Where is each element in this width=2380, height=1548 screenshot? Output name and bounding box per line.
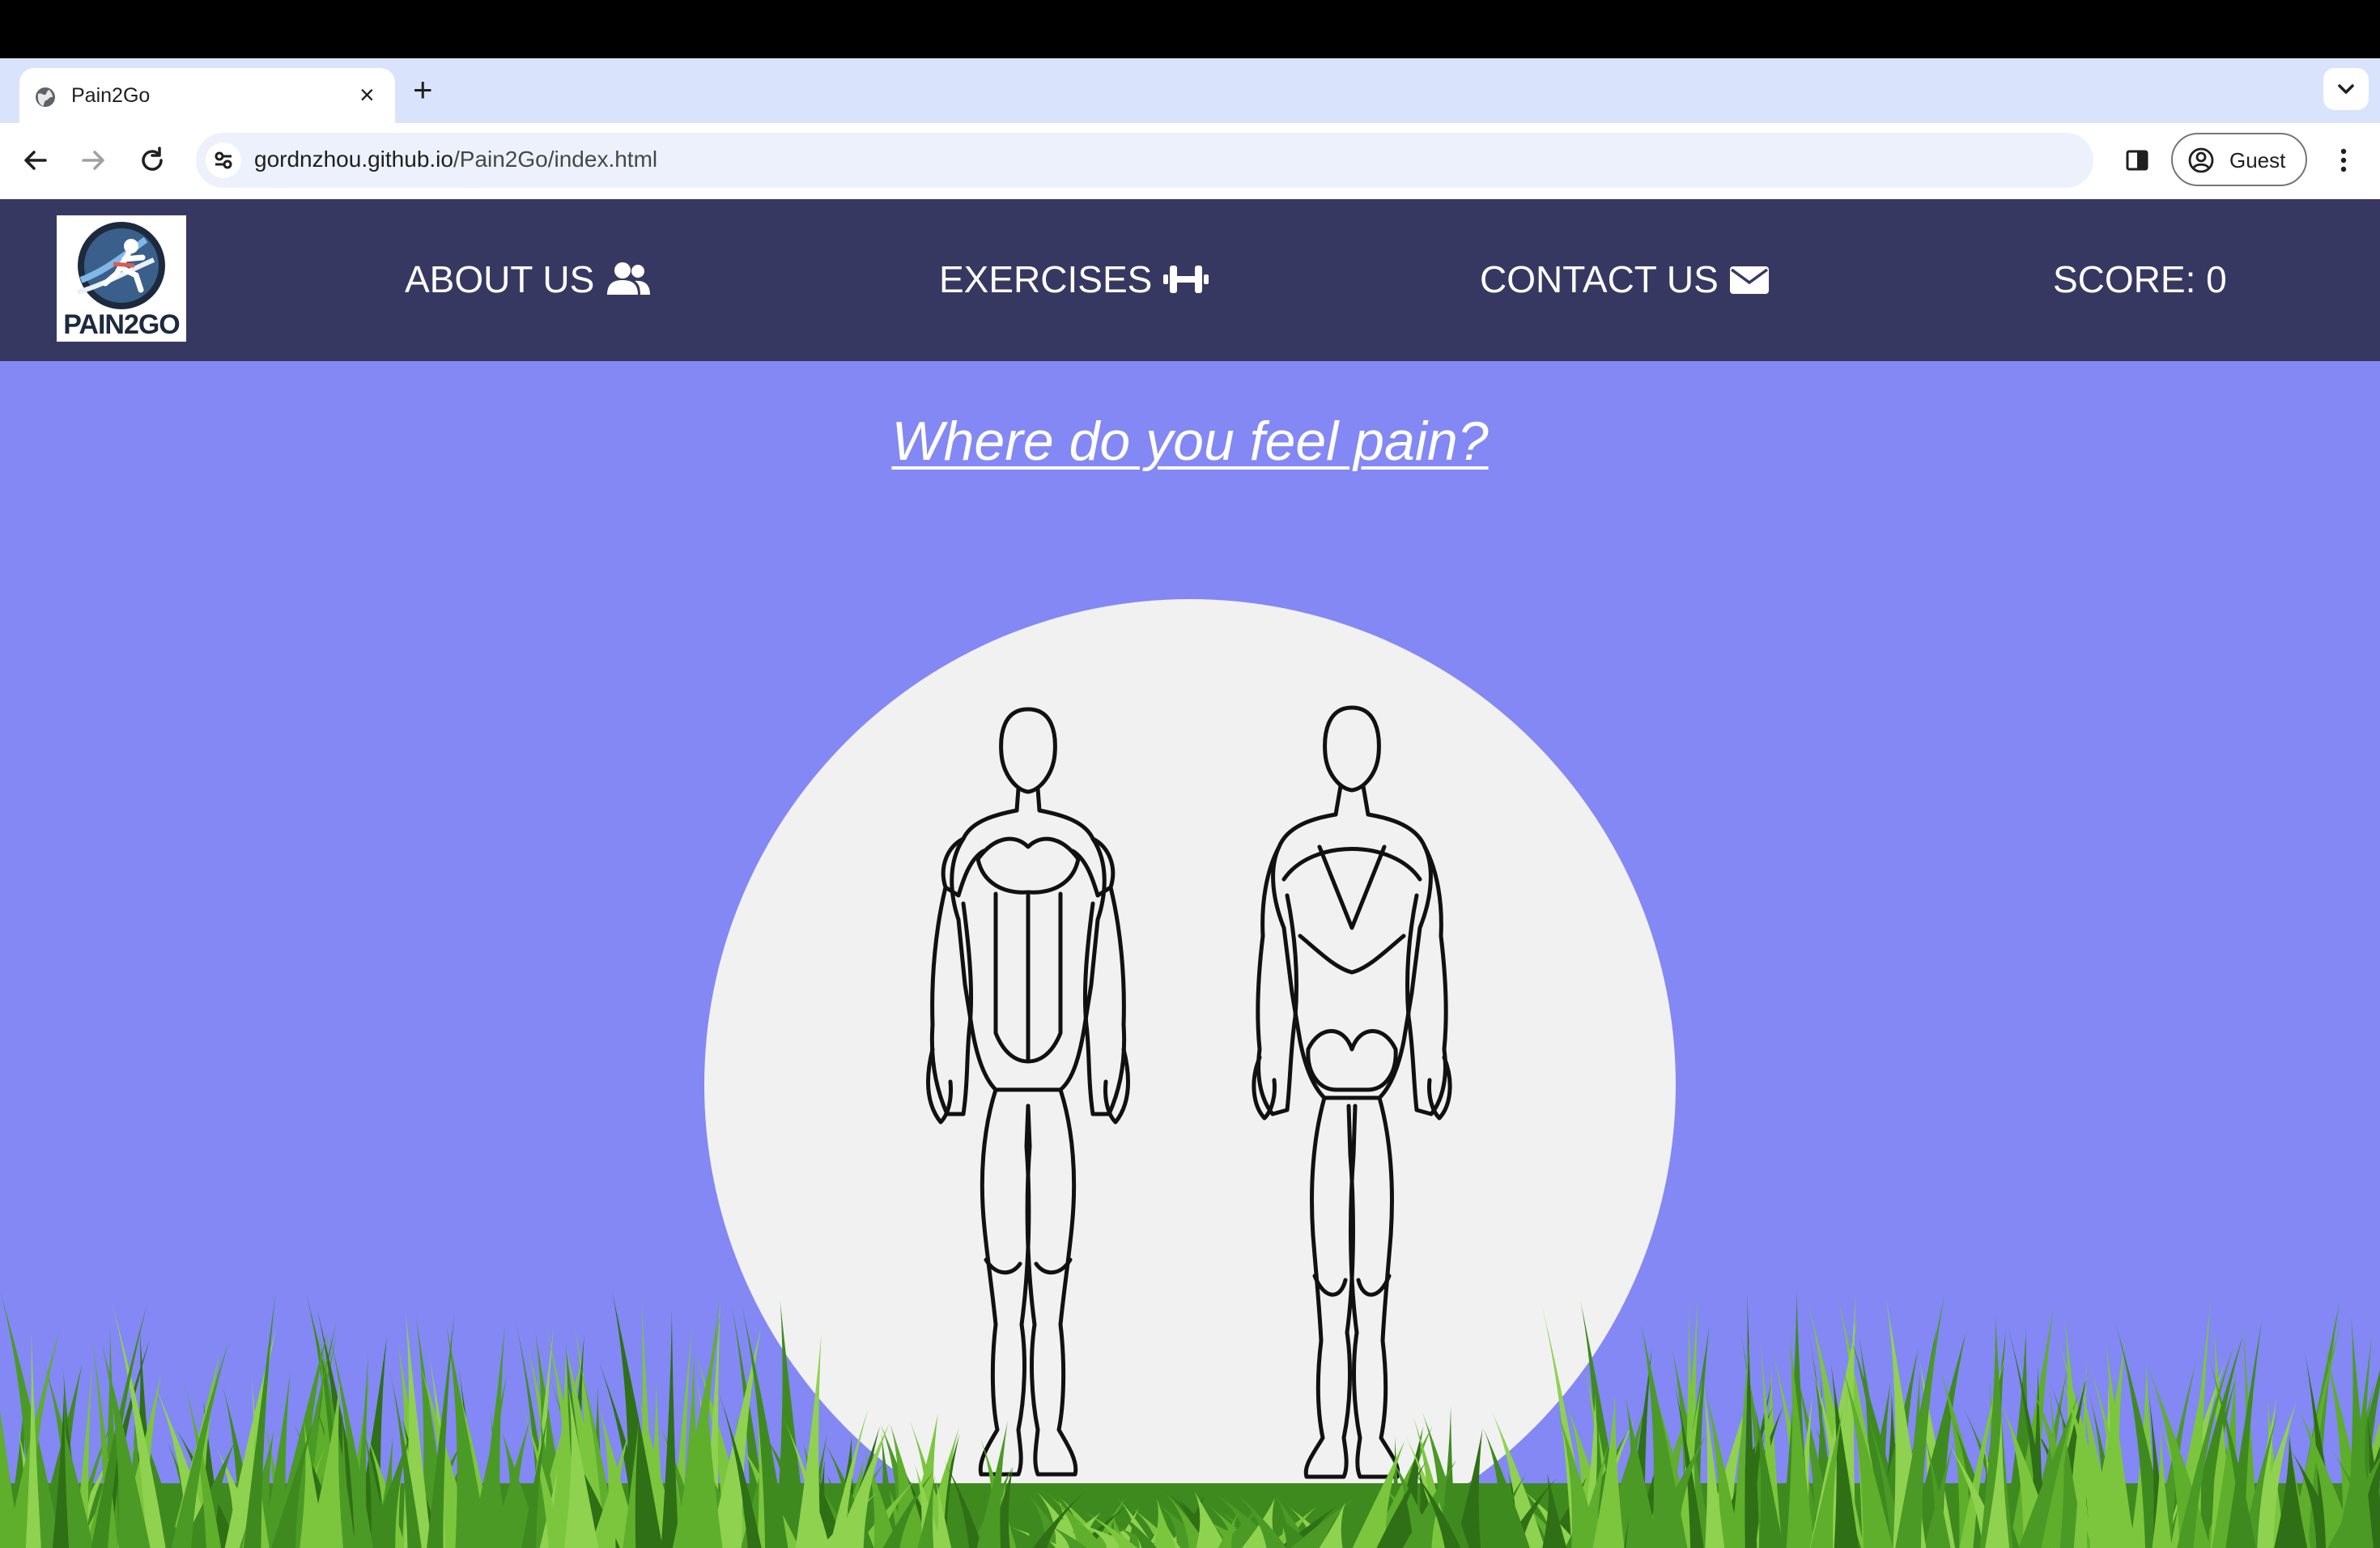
nav-contact-us-label: CONTACT US [1480, 258, 1719, 300]
new-tab-button[interactable]: + [413, 73, 433, 107]
browser-tab[interactable]: Pain2Go × [19, 68, 395, 125]
tab-title: Pain2Go [71, 84, 151, 107]
grass-decoration [0, 1290, 2380, 1548]
back-right-hand [1427, 1055, 1452, 1121]
back-glutes [1306, 1029, 1398, 1092]
site-info-button[interactable] [206, 142, 241, 178]
back-arrow-icon[interactable] [19, 144, 52, 176]
runner-logo-icon [77, 222, 165, 309]
dumbbell-icon [1163, 266, 1209, 293]
pain-question-heading: Where do you feel pain? [891, 410, 1489, 472]
nav-about-us[interactable]: ABOUT US [405, 257, 651, 301]
nav-exercises-label: EXERCISES [939, 258, 1153, 300]
front-chest [975, 836, 1081, 895]
back-trapezius [1281, 844, 1422, 930]
front-head [999, 707, 1057, 794]
tune-icon [215, 151, 232, 169]
site-navbar: PAIN2GO ABOUT US EXERCISES CONTACT US SC… [0, 199, 2380, 361]
address-bar[interactable]: gordnzhou.github.io/Pain2Go/index.html [196, 133, 2093, 188]
chevron-down-icon [2338, 84, 2354, 94]
url-text: gordnzhou.github.io/Pain2Go/index.html [254, 147, 657, 172]
users-icon [607, 262, 651, 295]
tab-search-button[interactable] [2323, 68, 2369, 110]
tab-strip: Pain2Go × + [0, 58, 2380, 125]
side-panel-icon[interactable] [2121, 144, 2153, 176]
account-circle-icon [2188, 147, 2214, 173]
nav-exercises[interactable]: EXERCISES [939, 257, 1209, 301]
nav-about-us-label: ABOUT US [405, 258, 595, 300]
grass-blade [661, 1309, 679, 1548]
front-right-shoulder [1070, 836, 1116, 898]
forward-arrow-icon[interactable] [77, 144, 109, 176]
profile-button[interactable]: Guest [2171, 133, 2307, 186]
back-left-hand [1252, 1055, 1277, 1121]
browser-toolbar: gordnzhou.github.io/Pain2Go/index.html G… [0, 123, 2380, 199]
back-head [1323, 705, 1381, 793]
tab-close-button[interactable]: × [359, 82, 375, 108]
front-left-shoulder [941, 836, 986, 898]
more-options-icon[interactable] [2331, 144, 2356, 176]
envelope-icon [1729, 266, 1769, 294]
profile-label: Guest [2229, 148, 2286, 172]
url-path: /Pain2Go/index.html [453, 147, 658, 172]
screen-bezel [0, 0, 2380, 58]
back-lats [1298, 933, 1406, 975]
score-display: SCORE: 0 [2053, 258, 2227, 300]
web-page: PAIN2GO ABOUT US EXERCISES CONTACT US SC… [0, 199, 2380, 1548]
nav-contact-us[interactable]: CONTACT US [1480, 257, 1769, 301]
logo-text: PAIN2GO [63, 309, 181, 340]
url-domain: gordnzhou.github.io [254, 147, 453, 172]
site-logo[interactable]: PAIN2GO [57, 215, 186, 342]
reload-icon[interactable] [136, 144, 168, 176]
globe-icon [36, 87, 55, 107]
